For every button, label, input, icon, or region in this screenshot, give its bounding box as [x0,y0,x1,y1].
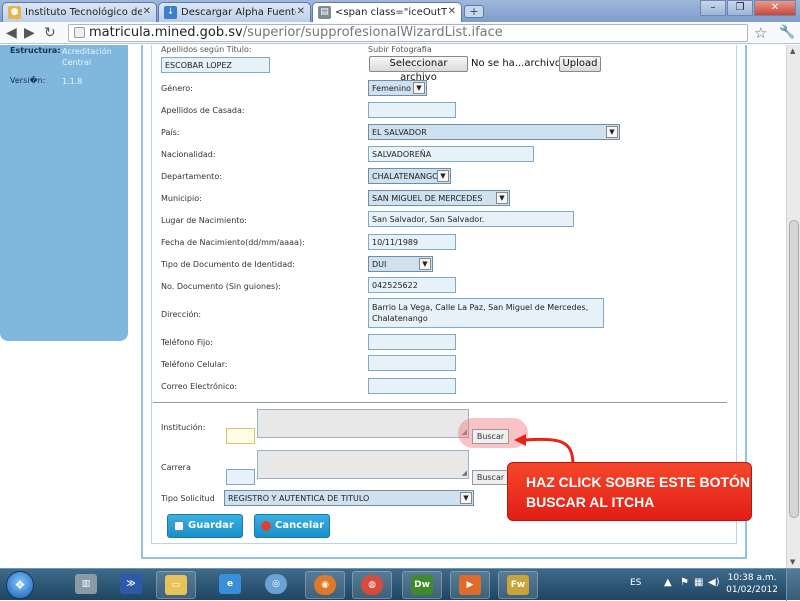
explorer-folder-icon[interactable]: ▭ [156,571,196,599]
scroll-up-icon[interactable]: ▲ [790,47,795,55]
firefox-glyph: ◉ [314,575,336,595]
dreamweaver-icon[interactable]: Dw [402,571,442,599]
volume-icon[interactable]: ◀) [708,577,720,588]
start-button[interactable]: ❖ [6,571,34,599]
chrome-glyph: ◍ [361,575,383,595]
windows-taskbar: ❖ ▥ ≫ ▭ e ◎ ◉ ◍ Dw ▶ Fw ES ▲ ⚑ ▦ ◀) 10:3… [0,568,800,601]
firefox-icon[interactable]: ◉ [305,571,345,599]
instruction-callout: HAZ CLICK SOBRE ESTE BOTÓN BUSCAR AL ITC… [507,462,752,521]
language-indicator[interactable]: ES [630,578,641,588]
internet-explorer-icon[interactable]: e [210,571,250,599]
network-icon[interactable]: ▦ [694,577,703,588]
tray-expand-icon[interactable]: ▲ [664,577,672,588]
ie-glyph: e [219,574,241,594]
media-player-glyph: ▶ [459,575,481,595]
callout-line2: BUSCAR AL ITCHA [526,494,655,510]
callout-arrow-line [523,437,575,464]
fireworks-icon[interactable]: Fw [498,571,538,599]
scroll-down-icon[interactable]: ▼ [790,558,795,566]
clock-time: 10:38 a.m. [727,573,777,583]
explorer-glyph: ▭ [165,575,187,595]
safari-glyph: ◎ [265,574,287,594]
vertical-scrollbar[interactable]: ▲ ▼ [786,45,800,568]
dreamweaver-glyph: Dw [411,575,433,595]
network-monitor-glyph: ▥ [75,574,97,594]
powershell-glyph: ≫ [120,574,142,594]
callout-arrow-head [514,434,526,446]
safari-icon[interactable]: ◎ [256,571,296,599]
chrome-icon[interactable]: ◍ [352,571,392,599]
media-player-icon[interactable]: ▶ [450,571,490,599]
clock[interactable]: 10:38 a.m. 01/02/2012 [726,572,778,596]
scroll-thumb[interactable] [789,220,799,518]
callout-line1: HAZ CLICK SOBRE ESTE BOTÓN [526,474,751,490]
fireworks-glyph: Fw [507,575,529,595]
flag-icon[interactable]: ⚑ [680,577,689,588]
show-desktop-button[interactable] [786,569,800,601]
network-monitor-icon[interactable]: ▥ [66,571,106,599]
clock-date: 01/02/2012 [726,585,778,595]
system-tray: ES ▲ ⚑ ▦ ◀) 10:38 a.m. 01/02/2012 [624,569,800,601]
powershell-icon[interactable]: ≫ [111,571,151,599]
